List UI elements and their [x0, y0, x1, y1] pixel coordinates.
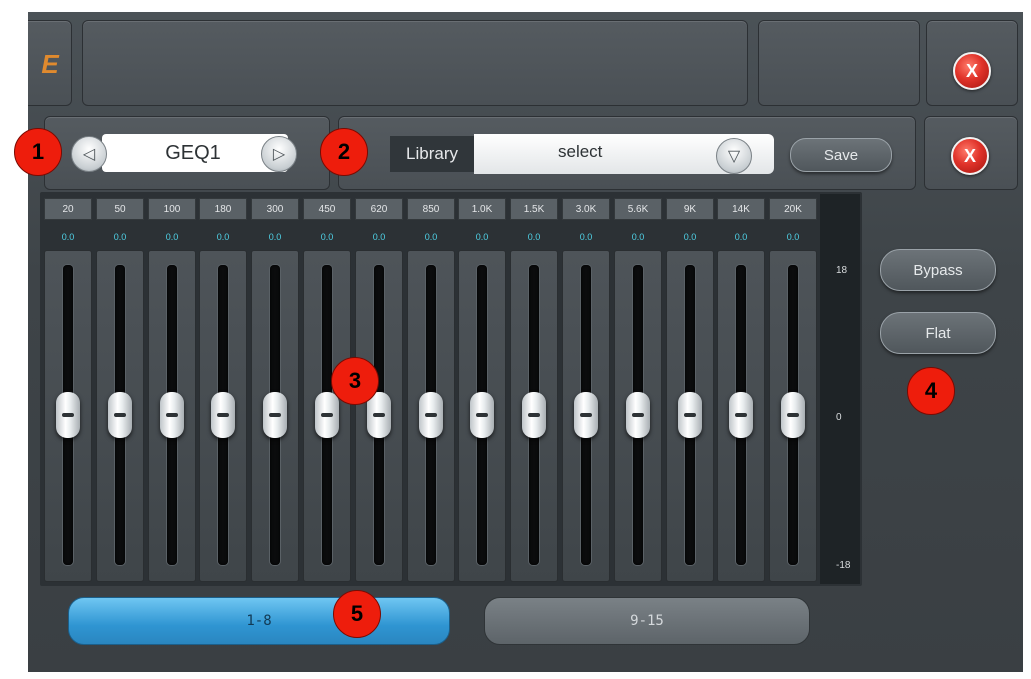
preset-next-button[interactable]: ▷	[261, 136, 297, 172]
fader-knob[interactable]	[678, 392, 702, 438]
freq-label-12: 9K	[666, 198, 714, 220]
library-label: Library	[390, 136, 474, 172]
fader-7[interactable]	[407, 250, 455, 582]
fader-knob[interactable]	[419, 392, 443, 438]
gain-value-7: 0.0	[424, 232, 438, 242]
bypass-button-label: Bypass	[913, 261, 963, 279]
page-1-8-label: 1-8	[246, 613, 272, 629]
fader-knob[interactable]	[56, 392, 80, 438]
fader-10[interactable]	[562, 250, 610, 582]
freq-label-14: 20K	[769, 198, 817, 220]
fader-knob[interactable]	[781, 392, 805, 438]
freq-label-9: 1.5K	[510, 198, 558, 220]
library-dropdown-button[interactable]: ▽	[716, 138, 752, 174]
freq-label-0: 20	[44, 198, 92, 220]
freq-label-10: 3.0K	[562, 198, 610, 220]
fader-knob[interactable]	[574, 392, 598, 438]
freq-label-3: 180	[199, 198, 247, 220]
bypass-button[interactable]: Bypass	[880, 249, 996, 291]
gain-value-4: 0.0	[268, 232, 282, 242]
close-icon: X	[965, 60, 978, 81]
header-side-panel	[758, 20, 920, 106]
gain-value-10: 0.0	[579, 232, 593, 242]
gain-value-9: 0.0	[527, 232, 541, 242]
page-1-8-button[interactable]: 1-8	[68, 597, 450, 645]
chevron-down-icon: ▽	[727, 148, 741, 165]
fader-4[interactable]	[251, 250, 299, 582]
header-close-button[interactable]: X	[953, 52, 991, 90]
marker-5: 5	[333, 590, 381, 638]
gain-value-5: 0.0	[320, 232, 334, 242]
library-close-button[interactable]: X	[951, 137, 989, 175]
freq-label-5: 450	[303, 198, 351, 220]
freq-label-8: 1.0K	[458, 198, 506, 220]
fader-knob[interactable]	[729, 392, 753, 438]
fader-2[interactable]	[148, 250, 196, 582]
fader-5[interactable]	[303, 250, 351, 582]
page-9-15-button[interactable]: 9-15	[484, 597, 810, 645]
gain-value-12: 0.0	[683, 232, 697, 242]
fader-knob[interactable]	[263, 392, 287, 438]
freq-label-4: 300	[251, 198, 299, 220]
save-button[interactable]: Save	[790, 138, 892, 172]
fader-knob[interactable]	[211, 392, 235, 438]
fader-12[interactable]	[666, 250, 714, 582]
gain-value-11: 0.0	[631, 232, 645, 242]
fader-knob[interactable]	[160, 392, 184, 438]
fader-9[interactable]	[510, 250, 558, 582]
fader-3[interactable]	[199, 250, 247, 582]
flat-button[interactable]: Flat	[880, 312, 996, 354]
fader-11[interactable]	[614, 250, 662, 582]
freq-label-11: 5.6K	[614, 198, 662, 220]
marker-4: 4	[907, 367, 955, 415]
close-icon: X	[963, 145, 976, 166]
geq-app: E X ◁ GEQ1 ▷ Library select ▽ Save X 18 …	[28, 12, 1023, 672]
gain-value-1: 0.0	[113, 232, 127, 242]
brand-logo: E	[41, 48, 59, 79]
fader-knob[interactable]	[522, 392, 546, 438]
gain-value-3: 0.0	[216, 232, 230, 242]
page-9-15-label: 9-15	[630, 613, 664, 629]
scale-label-top: 18	[836, 265, 848, 276]
fader-6[interactable]	[355, 250, 403, 582]
fader-1[interactable]	[96, 250, 144, 582]
fader-knob[interactable]	[315, 392, 339, 438]
gain-value-14: 0.0	[786, 232, 800, 242]
gain-value-2: 0.0	[165, 232, 179, 242]
preset-prev-button[interactable]: ◁	[71, 136, 107, 172]
fader-knob[interactable]	[108, 392, 132, 438]
gain-value-6: 0.0	[372, 232, 386, 242]
fader-8[interactable]	[458, 250, 506, 582]
fader-knob[interactable]	[626, 392, 650, 438]
fader-knob[interactable]	[470, 392, 494, 438]
triangle-right-icon: ▷	[272, 146, 286, 163]
freq-label-7: 850	[407, 198, 455, 220]
fader-14[interactable]	[769, 250, 817, 582]
gain-scale	[820, 194, 860, 584]
freq-label-1: 50	[96, 198, 144, 220]
header-title-panel	[82, 20, 748, 106]
marker-3: 3	[331, 357, 379, 405]
gain-value-13: 0.0	[734, 232, 748, 242]
fader-13[interactable]	[717, 250, 765, 582]
scale-label-mid: 0	[836, 412, 842, 423]
triangle-left-icon: ◁	[82, 146, 96, 163]
marker-1: 1	[14, 128, 62, 176]
freq-label-2: 100	[148, 198, 196, 220]
marker-2: 2	[320, 128, 368, 176]
library-select-value: select	[558, 142, 603, 161]
freq-label-6: 620	[355, 198, 403, 220]
save-button-label: Save	[823, 146, 859, 164]
gain-value-0: 0.0	[61, 232, 75, 242]
gain-value-8: 0.0	[475, 232, 489, 242]
scale-label-bottom: -18	[836, 560, 851, 571]
freq-label-13: 14K	[717, 198, 765, 220]
fader-0[interactable]	[44, 250, 92, 582]
flat-button-label: Flat	[925, 324, 951, 342]
preset-name: GEQ1	[165, 142, 221, 164]
